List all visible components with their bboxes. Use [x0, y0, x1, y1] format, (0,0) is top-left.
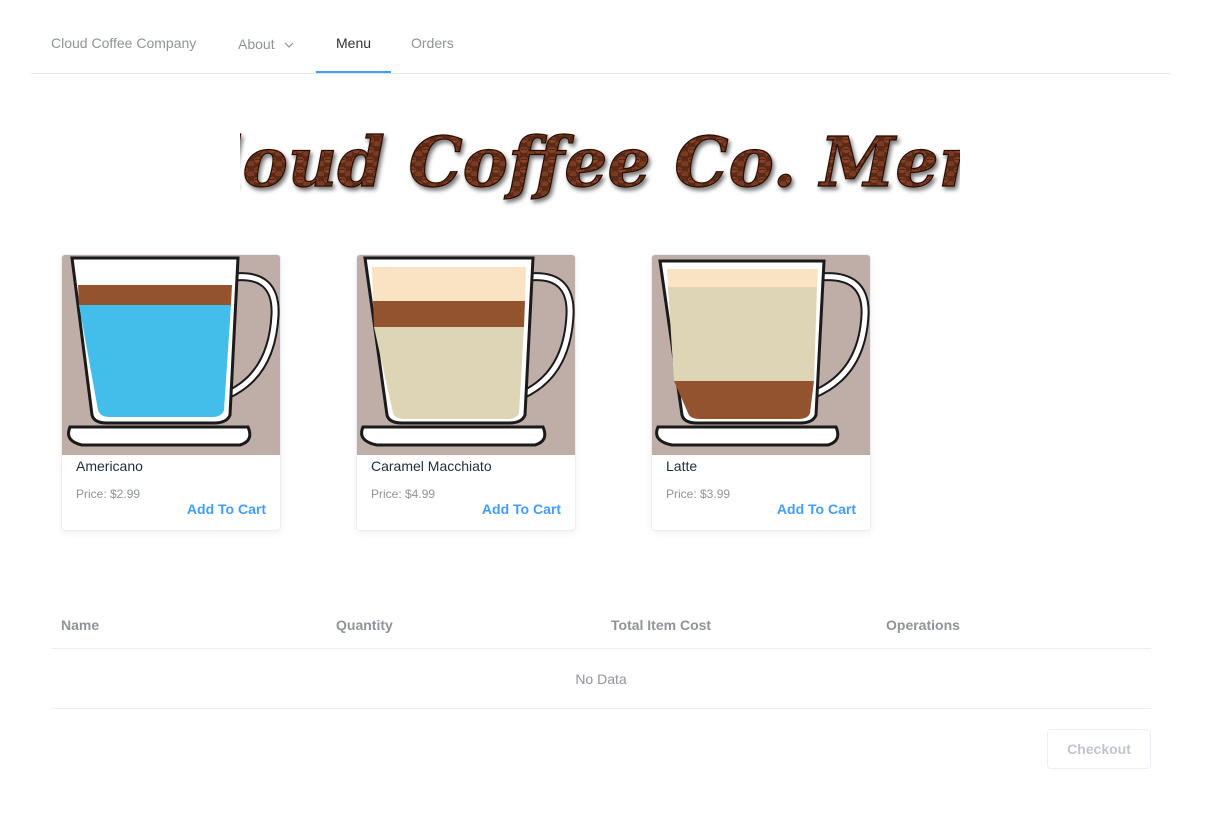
add-to-cart-button[interactable]: Add To Cart: [482, 501, 561, 517]
add-to-cart-button[interactable]: Add To Cart: [777, 501, 856, 517]
nav-about[interactable]: About: [238, 0, 294, 73]
product-card-latte: Latte Price: $3.99 Add To Cart: [651, 254, 871, 531]
product-card-americano: Americano Price: $2.99 Add To Cart: [61, 254, 281, 531]
checkout-button[interactable]: Checkout: [1047, 729, 1151, 769]
column-header-total-item-cost: Total Item Cost: [611, 617, 712, 633]
nav-brand[interactable]: Cloud Coffee Company: [51, 0, 196, 73]
product-name: Americano: [76, 458, 143, 474]
nav-about-label: About: [238, 36, 275, 52]
nav-menu[interactable]: Menu: [316, 0, 392, 73]
menu-banner: Cloud Coffee Co. Menu: [162, 116, 1038, 208]
caramel-macchiato-image: [357, 255, 575, 455]
product-name: Caramel Macchiato: [371, 458, 492, 474]
latte-image: [652, 255, 870, 455]
nav-orders[interactable]: Orders: [411, 0, 454, 73]
column-header-quantity: Quantity: [336, 617, 393, 633]
product-card-caramel-macchiato: Caramel Macchiato Price: $4.99 Add To Ca…: [356, 254, 576, 531]
product-price: Price: $4.99: [371, 487, 436, 501]
product-price: Price: $3.99: [666, 487, 731, 501]
top-nav: Cloud Coffee Company About Menu Orders: [31, 0, 1171, 74]
banner-text: Cloud Coffee Co. Menu: [240, 123, 960, 203]
product-name: Latte: [666, 458, 698, 474]
column-header-operations: Operations: [886, 617, 960, 633]
product-price: Price: $2.99: [76, 487, 141, 501]
table-header: Name Quantity Total Item Cost Operations: [51, 600, 1151, 649]
table-body: No Data: [51, 649, 1151, 709]
add-to-cart-button[interactable]: Add To Cart: [187, 501, 266, 517]
americano-image: [62, 255, 280, 455]
chevron-down-icon: [284, 0, 294, 86]
column-header-name: Name: [61, 617, 100, 633]
cart-table: Name Quantity Total Item Cost Operations…: [51, 600, 1151, 709]
empty-state-text: No Data: [575, 671, 627, 687]
